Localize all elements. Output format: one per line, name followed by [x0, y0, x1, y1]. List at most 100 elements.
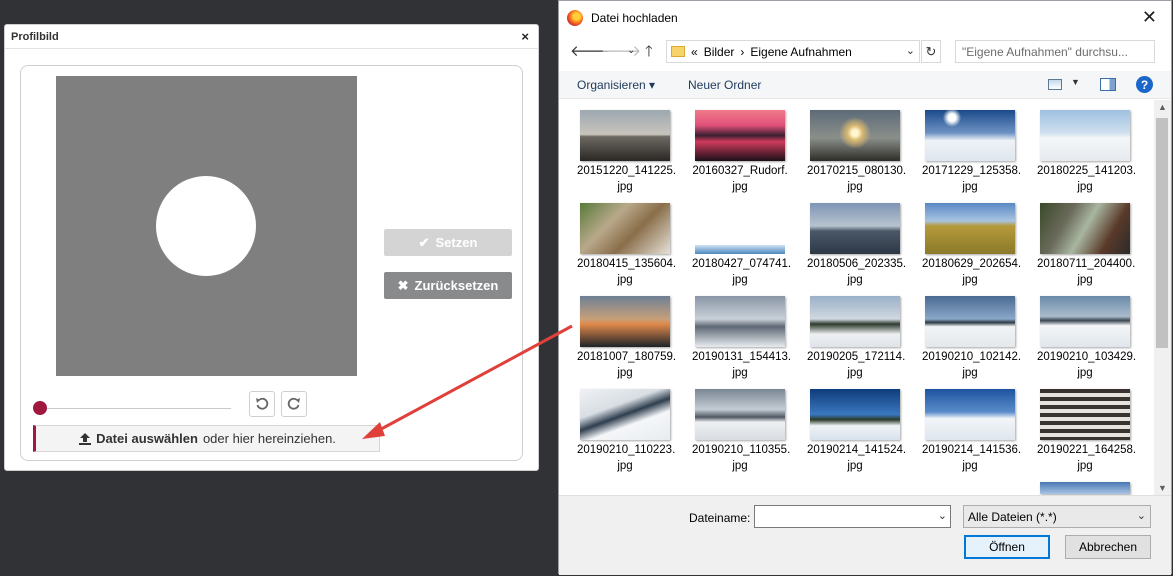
file-name: 20190205_172114. jpg: [807, 351, 906, 379]
file-thumbnail: [1040, 296, 1130, 347]
new-folder-button[interactable]: Neuer Ordner: [688, 78, 761, 92]
file-thumbnail: [695, 245, 785, 254]
file-dialog-footer: Dateiname: ⌄ Alle Dateien (*.*) ⌄ Öffnen…: [559, 495, 1171, 575]
chevron-down-icon[interactable]: ⌄: [1137, 509, 1146, 522]
set-button[interactable]: ✔ Setzen: [384, 229, 512, 256]
upload-icon: [79, 432, 92, 445]
file-item[interactable]: 20190221_164258. jpg: [1037, 389, 1136, 474]
file-item[interactable]: 20180427_074741. jpg: [692, 203, 792, 288]
file-thumbnail: [925, 296, 1015, 347]
file-name: 20190210_102142. jpg: [922, 351, 1022, 379]
help-icon[interactable]: ?: [1136, 76, 1153, 93]
file-name: 20160327_Rudorf. jpg: [692, 165, 788, 193]
file-item[interactable]: 20181007_180759. jpg: [577, 296, 677, 381]
zoom-slider[interactable]: [33, 401, 233, 415]
search-input[interactable]: "Eigene Aufnahmen" durchsu...: [955, 40, 1155, 63]
file-name: 20190214_141524. jpg: [807, 444, 907, 472]
crop-area[interactable]: [56, 76, 357, 376]
file-thumbnail: [580, 296, 670, 347]
cancel-button[interactable]: Abbrechen: [1065, 535, 1151, 559]
file-item[interactable]: 20180415_135604. jpg: [577, 203, 676, 288]
file-name: 20180427_074741. jpg: [692, 258, 792, 286]
file-item[interactable]: 20190210_102142. jpg: [922, 296, 1022, 381]
file-name: 20181007_180759. jpg: [577, 351, 677, 379]
file-thumbnail: [695, 389, 785, 440]
filename-label: Dateiname:: [689, 511, 751, 525]
file-upload-dialog: Datei hochladen ✕ 🡐 🡒 ⌄ 🡑 « Bilder › Eig…: [558, 0, 1172, 575]
scrollbar-thumb[interactable]: [1156, 118, 1168, 348]
crop-panel: ✔ Setzen ✖ Zurücksetzen Datei auswählen …: [20, 65, 523, 461]
file-item[interactable]: 20190210_110355. jpg: [692, 389, 790, 474]
file-dialog-title: Datei hochladen: [591, 11, 678, 25]
file-item[interactable]: 20180711_204400. jpg: [1037, 203, 1136, 288]
file-thumbnail: [1040, 482, 1130, 494]
file-name: 20171229_125358. jpg: [922, 165, 1022, 193]
recent-locations-chevron-icon[interactable]: ⌄: [627, 45, 635, 56]
address-bar[interactable]: « Bilder › Eigene Aufnahmen ⌄: [666, 40, 920, 63]
reset-button-label: Zurücksetzen: [414, 278, 499, 293]
file-item[interactable]: 20180225_141203. jpg: [1037, 110, 1137, 195]
chevron-down-icon[interactable]: ⌄: [938, 509, 947, 522]
close-icon[interactable]: ✕: [1142, 7, 1157, 28]
up-arrow-icon[interactable]: 🡑: [645, 41, 653, 66]
scroll-down-icon[interactable]: ▼: [1158, 483, 1167, 493]
file-thumbnail: [810, 296, 900, 347]
organize-menu[interactable]: Organisieren ▾: [577, 78, 655, 92]
file-item[interactable]: 20190210_110223. jpg: [577, 389, 676, 474]
filename-input[interactable]: ⌄: [754, 505, 951, 528]
file-item[interactable]: 20160327_Rudorf. jpg: [692, 110, 788, 195]
file-item[interactable]: 20171229_125358. jpg: [922, 110, 1022, 195]
profile-dialog-titlebar: Profilbild ×: [5, 25, 538, 49]
rotate-right-button[interactable]: [281, 391, 307, 417]
file-name: 20190210_110223. jpg: [577, 444, 676, 472]
file-thumbnail: [1040, 203, 1130, 254]
reset-button[interactable]: ✖ Zurücksetzen: [384, 272, 512, 299]
file-upload-button[interactable]: Datei auswählen oder hier hereinziehen.: [33, 425, 380, 452]
file-dialog-titlebar: Datei hochladen ✕: [559, 1, 1171, 35]
view-options-icon[interactable]: [1048, 79, 1062, 90]
file-name: 20180225_141203. jpg: [1037, 165, 1137, 193]
profile-dialog-title: Profilbild: [11, 30, 59, 43]
file-item[interactable]: 20190131_154413. jpg: [692, 296, 791, 381]
file-name: 20190214_141536. jpg: [922, 444, 1022, 472]
file-thumbnail: [810, 110, 900, 161]
rotate-left-button[interactable]: [249, 391, 275, 417]
vertical-scrollbar[interactable]: ▲ ▼: [1154, 100, 1171, 495]
file-item[interactable]: 20190214_141536. jpg: [922, 389, 1022, 474]
refresh-button[interactable]: ↻: [921, 40, 941, 63]
breadcrumb-item-bilder[interactable]: Bilder: [704, 45, 735, 59]
file-item[interactable]: 20190214_141524. jpg: [807, 389, 907, 474]
file-item[interactable]: 20151220_141225. jpg: [577, 110, 677, 195]
scroll-up-icon[interactable]: ▲: [1158, 102, 1167, 112]
file-item[interactable]: 20180506_202335. jpg: [807, 203, 906, 288]
file-item[interactable]: 20180629_202654. jpg: [922, 203, 1021, 288]
file-thumbnail: [810, 389, 900, 440]
rotate-right-icon: [287, 397, 300, 410]
file-name: 20190210_103429. jpg: [1037, 351, 1137, 379]
file-thumbnail: [695, 296, 785, 347]
zoom-slider-handle[interactable]: [33, 401, 47, 415]
file-thumbnail: [695, 110, 785, 161]
breadcrumb-separator-icon: ›: [740, 44, 745, 59]
file-thumbnail: [1040, 110, 1130, 161]
close-icon[interactable]: ×: [521, 29, 529, 44]
file-item[interactable]: 20190210_103429. jpg: [1037, 296, 1137, 381]
check-icon: ✔: [418, 234, 430, 250]
view-chevron-icon[interactable]: ▼: [1071, 77, 1080, 87]
file-name: 20151220_141225. jpg: [577, 165, 677, 193]
crop-circle-preview[interactable]: [156, 176, 256, 276]
file-item[interactable]: 20190205_172114. jpg: [807, 296, 906, 381]
open-button[interactable]: Öffnen: [964, 535, 1050, 559]
file-type-select[interactable]: Alle Dateien (*.*) ⌄: [963, 505, 1151, 528]
breadcrumb-prefix: «: [691, 44, 698, 59]
zoom-slider-track: [41, 408, 231, 409]
breadcrumb-item-eigene-aufnahmen[interactable]: Eigene Aufnahmen: [750, 45, 851, 59]
file-item[interactable]: 20170215_080130. jpg: [807, 110, 906, 195]
preview-pane-icon[interactable]: [1100, 78, 1116, 91]
chevron-down-icon[interactable]: ⌄: [906, 44, 915, 57]
file-thumbnail: [925, 110, 1015, 161]
file-thumbnail: [580, 110, 670, 161]
file-name: 20180711_204400. jpg: [1037, 258, 1136, 286]
file-item[interactable]: [1037, 482, 1133, 495]
refresh-icon: ↻: [925, 43, 937, 59]
